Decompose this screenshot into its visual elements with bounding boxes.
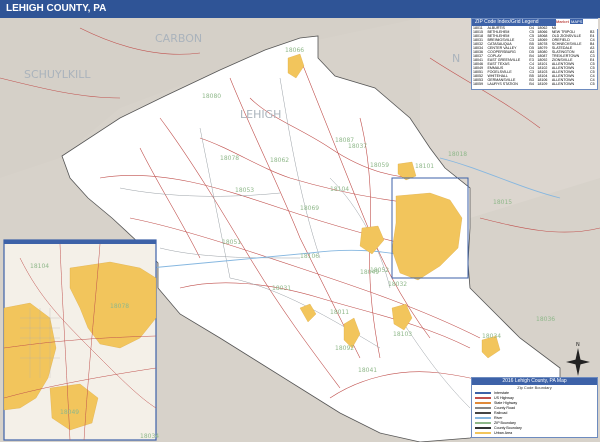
- northampton-label: N: [452, 52, 460, 65]
- zip-label: 18053: [235, 187, 254, 194]
- inset-zip-label: 18049: [60, 409, 79, 416]
- zip-label: 18106: [300, 253, 319, 260]
- inset-zip-label: 18034: [140, 433, 159, 440]
- svg-text:N: N: [576, 342, 580, 348]
- zip-label: 18051: [222, 239, 241, 246]
- zip-label: 18059: [370, 162, 389, 169]
- zip-label: 18103: [393, 331, 412, 338]
- inset-zip-label: 18078: [110, 303, 129, 310]
- zip-index-row: 18059 LAURYS STATION B4 18109 ALLENTOWN C5: [473, 82, 595, 86]
- carbon-label: CARBON: [155, 32, 202, 45]
- zip-label: 18037: [348, 143, 367, 150]
- zip-label: 18011: [330, 309, 349, 316]
- zip-label: 18066: [285, 47, 304, 54]
- zip-label: 18041: [358, 367, 377, 374]
- zip-label: 18015: [493, 199, 512, 206]
- zip-label: 18052: [370, 267, 389, 274]
- zip-label: 18062: [270, 157, 289, 164]
- zip-index-table: 18011ALBURTISD418062MACUNGIED418015BETHL…: [472, 26, 597, 86]
- schuylkill-label: SCHUYLKILL: [24, 68, 91, 81]
- lehigh-label: LEHIGH: [240, 108, 281, 121]
- zip-label: 18078: [220, 155, 239, 162]
- zip-label: 18080: [202, 93, 221, 100]
- zip-label: 18031: [272, 285, 291, 292]
- zip-label: 18069: [300, 205, 319, 212]
- map-title: LEHIGH COUNTY, PA: [0, 0, 600, 18]
- legend-item: Urban Area: [472, 430, 597, 435]
- zip-label: 18032: [388, 281, 407, 288]
- legend-header: 2016 Lehigh County, PA Map: [472, 378, 597, 385]
- map-legend: 2016 Lehigh County, PA Map Zip Code Boun…: [471, 377, 598, 438]
- market-maps-logo: Market MAPS: [556, 19, 598, 29]
- zip-label: 18018: [448, 151, 467, 158]
- inset-zip-label: 18104: [30, 263, 49, 270]
- zip-label: 18036: [536, 316, 555, 323]
- zip-label: 18101: [415, 163, 434, 170]
- zip-label: 18104: [330, 186, 349, 193]
- zip-label: 18034: [482, 333, 501, 340]
- zip-label: 18092: [335, 345, 354, 352]
- inset-map[interactable]: 18104 18078 18049 18034: [3, 239, 159, 441]
